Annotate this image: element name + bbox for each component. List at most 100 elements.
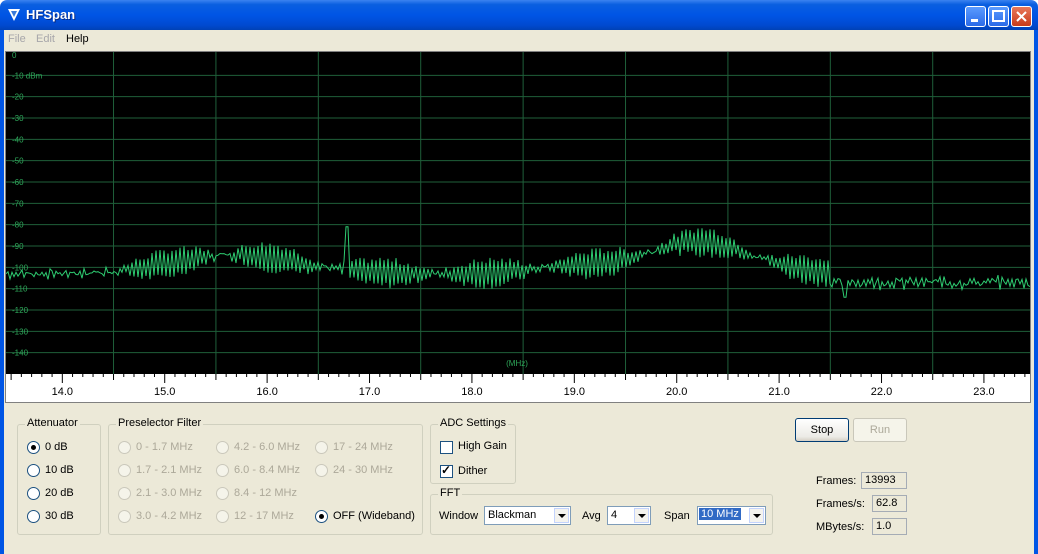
preselector-radio[interactable] xyxy=(315,510,328,523)
y-axis-label: -90 xyxy=(12,242,24,251)
preselector-option-label: 6.0 - 8.4 MHz xyxy=(234,464,301,476)
preselector-radio[interactable] xyxy=(216,464,229,477)
preselector-radio[interactable] xyxy=(315,464,328,477)
mbytes-per-sec-value: 1.0 xyxy=(872,518,907,535)
menu-bar: File Edit Help xyxy=(4,30,1034,50)
attenuator-group: Attenuator 0 dB 10 dB 20 dB 30 dB xyxy=(17,417,101,535)
frames-label: Frames: xyxy=(816,475,857,487)
minimize-button[interactable] xyxy=(965,6,986,27)
preselector-option-label: 4.2 - 6.0 MHz xyxy=(234,441,301,453)
close-button[interactable] xyxy=(1011,6,1032,27)
preselector-radio[interactable] xyxy=(118,487,131,500)
chevron-down-icon[interactable] xyxy=(554,508,569,523)
y-axis-label: -110 xyxy=(12,285,28,294)
window-select[interactable]: Blackman xyxy=(484,506,571,525)
spectrum-display[interactable]: 0 -10 dBm -20 -30 -40 -50 -60 -70 -80 -90 -100 -110… xyxy=(5,51,1031,403)
spectrum-plot: 0 -10 dBm -20 -30 -40 -50 -60 -70 -80 -90 -100 -110… xyxy=(6,52,1030,402)
y-axis-label: -60 xyxy=(12,178,24,187)
menu-file[interactable]: File xyxy=(8,33,26,45)
preselector-radio[interactable] xyxy=(118,464,131,477)
attenuator-radio[interactable] xyxy=(27,510,40,523)
x-axis-label: 16.0 xyxy=(256,386,277,398)
preselector-option-label: 17 - 24 MHz xyxy=(333,441,393,453)
adc-settings-label: ADC Settings xyxy=(438,417,509,429)
x-axis-label: 15.0 xyxy=(154,386,175,398)
preselector-radio[interactable] xyxy=(216,441,229,454)
stop-button[interactable]: Stop xyxy=(795,418,849,442)
span-value: 10 MHz xyxy=(699,508,741,520)
attenuator-radio[interactable] xyxy=(27,464,40,477)
window-label: Window xyxy=(439,510,479,522)
fft-group: FFT Window Blackman Avg 4 Span 10 MHz xyxy=(430,487,773,535)
attenuator-radio[interactable] xyxy=(27,487,40,500)
preselector-radio[interactable] xyxy=(118,441,131,454)
menu-help[interactable]: Help xyxy=(66,33,89,45)
span-select[interactable]: 10 MHz xyxy=(697,506,766,525)
dither-label: Dither xyxy=(458,465,488,477)
high-gain-checkbox[interactable] xyxy=(440,441,453,454)
dither-checkbox[interactable]: ✓ xyxy=(440,463,453,478)
chevron-down-icon[interactable] xyxy=(749,508,764,523)
y-axis-label: -10 dBm xyxy=(12,71,43,80)
x-axis-label: 14.0 xyxy=(52,386,73,398)
y-axis-label: -50 xyxy=(12,157,24,166)
frames-value: 13993 xyxy=(861,472,907,489)
x-unit-label: (MHz) xyxy=(506,359,528,368)
app-icon xyxy=(8,9,20,21)
x-axis-label: 23.0 xyxy=(973,386,994,398)
title-bar[interactable]: HFSpan xyxy=(0,0,1038,30)
menu-edit[interactable]: Edit xyxy=(36,33,55,45)
preselector-option-label: 2.1 - 3.0 MHz xyxy=(136,487,203,499)
preselector-option-label: 8.4 - 12 MHz xyxy=(234,487,297,499)
avg-value: 4 xyxy=(611,509,618,521)
avg-select[interactable]: 4 xyxy=(607,506,651,525)
checkmark-icon: ✓ xyxy=(441,463,452,477)
preselector-radio[interactable] xyxy=(216,510,229,523)
minimize-icon xyxy=(971,19,978,22)
y-axis-label: -30 xyxy=(12,114,24,123)
attenuator-radio[interactable] xyxy=(27,441,40,454)
span-label: Span xyxy=(664,510,690,522)
attenuator-option-label: 20 dB xyxy=(45,487,74,499)
y-axis-label: -120 xyxy=(12,306,29,315)
radio-dot-icon xyxy=(31,445,36,450)
y-axis-label: -100 xyxy=(12,263,29,272)
window-value: Blackman xyxy=(488,509,537,521)
maximize-button[interactable] xyxy=(988,6,1009,27)
attenuator-option-label: 30 dB xyxy=(45,510,74,522)
attenuator-option-label: 0 dB xyxy=(45,441,68,453)
radio-dot-icon xyxy=(319,514,324,519)
preselector-radio[interactable] xyxy=(315,441,328,454)
y-axis-label: -70 xyxy=(12,199,24,208)
close-icon xyxy=(1016,11,1027,22)
frames-per-sec-label: Frames/s: xyxy=(816,498,865,510)
preselector-option-label: OFF (Wideband) xyxy=(333,510,415,522)
y-axis-label: -130 xyxy=(12,327,29,336)
x-axis-label: 19.0 xyxy=(564,386,585,398)
attenuator-option-label: 10 dB xyxy=(45,464,74,476)
maximize-icon xyxy=(992,10,1005,22)
mbytes-per-sec-label: MBytes/s: xyxy=(816,521,865,533)
preselector-option-label: 0 - 1.7 MHz xyxy=(136,441,193,453)
x-axis-label: 18.0 xyxy=(461,386,482,398)
adc-settings-group: ADC Settings High Gain ✓ Dither xyxy=(430,417,516,484)
high-gain-label: High Gain xyxy=(458,440,507,452)
preselector-option-label: 1.7 - 2.1 MHz xyxy=(136,464,203,476)
attenuator-label: Attenuator xyxy=(25,417,80,429)
y-axis-label: -140 xyxy=(12,349,29,358)
y-axis-label: -20 xyxy=(12,93,24,102)
chevron-down-icon[interactable] xyxy=(634,508,649,523)
avg-label: Avg xyxy=(582,510,601,522)
y-axis-label: -80 xyxy=(12,221,24,230)
window-border-right xyxy=(1034,30,1038,554)
y-axis-label: 0 xyxy=(12,52,17,60)
preselector-radio[interactable] xyxy=(216,487,229,500)
fft-label: FFT xyxy=(438,487,463,499)
preselector-group: Preselector Filter 0 - 1.7 MHz 1.7 - 2.1 … xyxy=(108,417,423,535)
preselector-option-label: 3.0 - 4.2 MHz xyxy=(136,510,203,522)
x-axis-label: 21.0 xyxy=(768,386,789,398)
x-axis-label: 17.0 xyxy=(359,386,380,398)
run-button[interactable]: Run xyxy=(853,418,907,442)
window-title: HFSpan xyxy=(26,7,76,22)
preselector-radio[interactable] xyxy=(118,510,131,523)
